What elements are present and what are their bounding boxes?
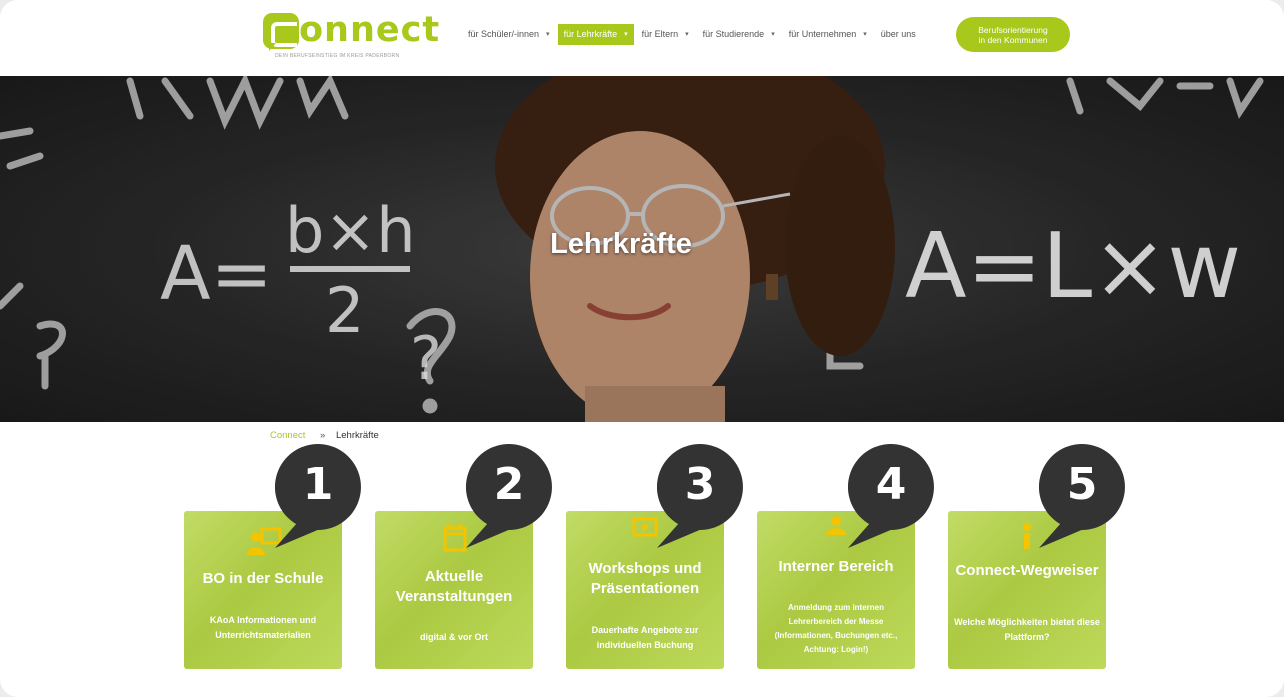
card-title: Connect-Wegweiser — [955, 562, 1099, 579]
card-title: BO in der Schule — [202, 570, 324, 587]
logo-tagline: DEIN BERUFSEINSTIEG IM KREIS PADERBORN — [275, 53, 400, 59]
fraction-bar — [290, 266, 410, 272]
card-subtitle: digital & vor Ort — [419, 632, 488, 642]
breadcrumb-current: Lehrkräfte — [335, 430, 379, 441]
berufsorientierung-button[interactable]: Berufsorientierung in den Kommunen — [956, 17, 1070, 52]
chevron-down-icon: ▾ — [863, 31, 867, 38]
callout-number: 5 — [1066, 459, 1098, 510]
main-nav: für Schüler/-innen ▾ für Lehrkräfte ▾ fü… — [462, 24, 924, 45]
callout-number: 3 — [684, 459, 716, 510]
chevron-down-icon: ▾ — [624, 31, 628, 38]
callout-number: 4 — [875, 459, 907, 510]
card-subtitle: Dauerhafte Angebote zur individuellen Bu… — [591, 625, 699, 650]
page-title: Lehrkräfte — [550, 228, 692, 260]
callout-bubble-2: 2 — [466, 444, 562, 554]
breadcrumb-home-link[interactable]: Connect — [270, 430, 305, 441]
chevron-down-icon: ▾ — [546, 31, 550, 38]
callout-bubble-5: 5 — [1039, 444, 1135, 554]
card-subtitle: KAoA Informationen und Unterrichtsmateri… — [209, 615, 317, 640]
callout-number: 1 — [302, 459, 334, 510]
card-subtitle: Anmeldung zum internen Lehrerbereich der… — [774, 603, 898, 654]
card-title: Aktuelle Veranstaltungen — [395, 568, 513, 605]
nav-item-ueber-uns[interactable]: über uns — [875, 24, 922, 45]
nav-item-lehrkraefte[interactable]: für Lehrkräfte ▾ — [557, 24, 634, 45]
card-title: Interner Bereich — [778, 558, 894, 575]
chevron-down-icon: ▾ — [685, 31, 689, 38]
breadcrumb-separator: » — [320, 430, 326, 441]
nav-item-schueler[interactable]: für Schüler/-innen ▾ — [462, 24, 556, 45]
nav-item-eltern[interactable]: für Eltern ▾ — [636, 24, 695, 45]
callout-bubble-3: 3 — [657, 444, 753, 554]
card-subtitle: Welche Möglichkeiten bietet diese Plattf… — [954, 617, 1100, 642]
breadcrumb: Connect » Lehrkräfte — [270, 430, 379, 441]
card-title: Workshops und Präsentationen — [588, 560, 702, 597]
nav-item-unternehmen[interactable]: für Unternehmen ▾ — [783, 24, 873, 45]
hero-banner: A= b×h 2 A=L×w ? Lehrkräfte — [0, 76, 1284, 422]
page-frame: onnect DEIN BERUFSEINSTIEG IM KREIS PADE… — [0, 0, 1284, 697]
connect-logo[interactable]: onnect DEIN BERUFSEINSTIEG IM KREIS PADE… — [263, 10, 439, 59]
site-header: onnect DEIN BERUFSEINSTIEG IM KREIS PADE… — [0, 0, 1284, 76]
callout-bubble-1: 1 — [275, 444, 371, 554]
chevron-down-icon: ▾ — [771, 31, 775, 38]
callout-bubble-4: 4 — [848, 444, 944, 554]
board-formula: 2 — [325, 274, 365, 347]
nav-item-studierende[interactable]: für Studierende ▾ — [697, 24, 781, 45]
logo-c-mark-icon — [263, 13, 299, 51]
board-formula: ? — [410, 324, 442, 394]
callout-number: 2 — [493, 459, 525, 510]
logo-wordmark: onnect — [299, 10, 441, 50]
